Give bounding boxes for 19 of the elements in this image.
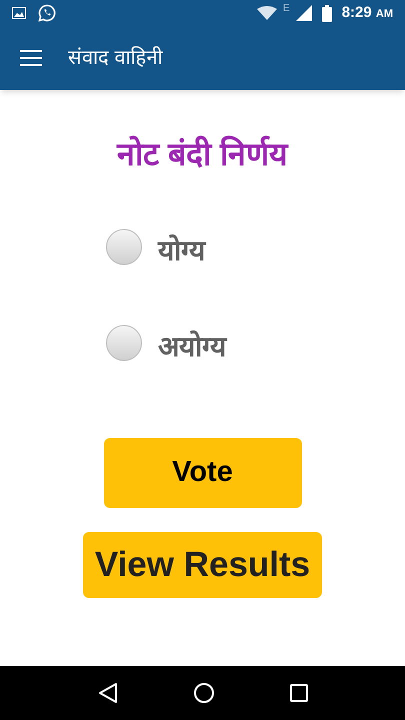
- wifi-icon: [257, 6, 278, 20]
- recents-icon[interactable]: [290, 684, 308, 702]
- home-icon[interactable]: [192, 682, 214, 704]
- app-title: संवाद वाहिनी: [68, 45, 163, 71]
- radio-button[interactable]: [106, 229, 142, 265]
- option-label: योग्य: [158, 233, 205, 268]
- gallery-icon: [12, 7, 26, 19]
- menu-icon[interactable]: [20, 50, 42, 66]
- back-icon[interactable]: [98, 682, 118, 704]
- clock: 8:29 AM: [342, 2, 393, 23]
- view-results-button[interactable]: View Results: [82, 532, 322, 598]
- radio-button[interactable]: [106, 325, 142, 361]
- network-type: E: [283, 2, 290, 16]
- battery-icon: [322, 4, 332, 22]
- option-label: अयोग्य: [158, 329, 226, 364]
- chat-icon: [38, 4, 56, 22]
- poll-question: नोट बंदी निर्णय: [117, 134, 288, 174]
- signal-icon: [296, 5, 312, 21]
- vote-button[interactable]: Vote: [104, 438, 302, 508]
